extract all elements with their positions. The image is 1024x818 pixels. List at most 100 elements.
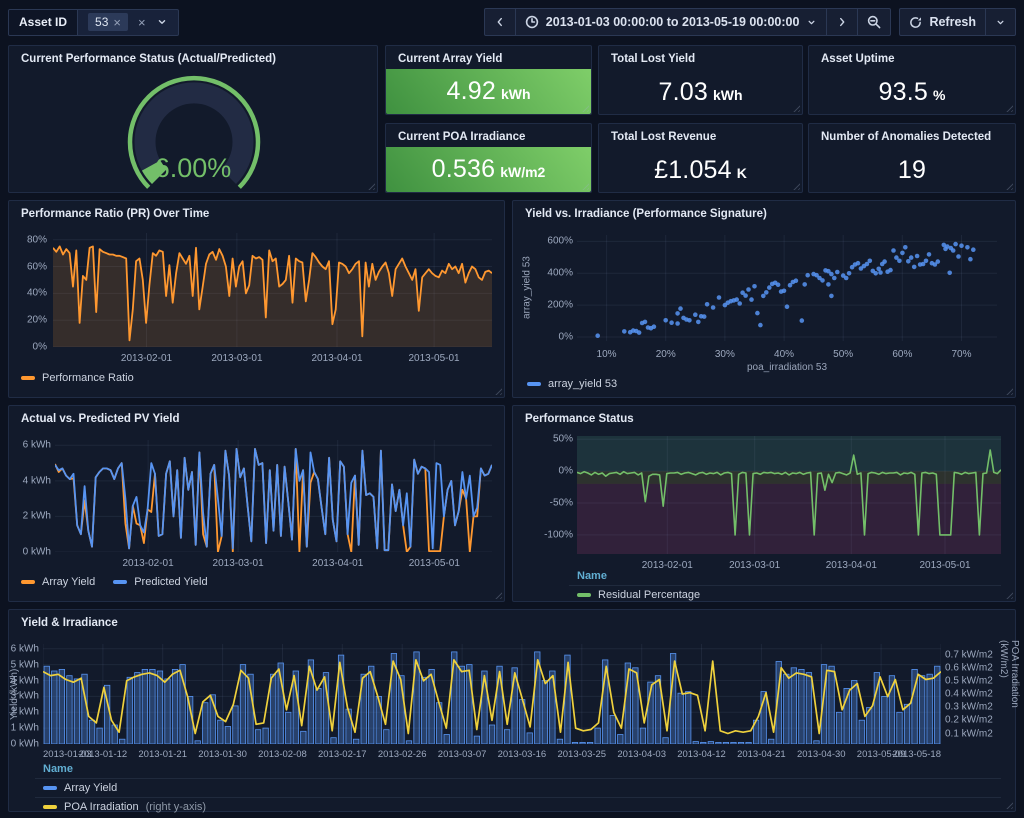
scatter-chart-plot[interactable] xyxy=(577,235,997,341)
legend-item[interactable]: Residual Percentage xyxy=(569,585,1001,604)
stat-unit: % xyxy=(933,87,945,103)
yi-right-axis-label: POA Irradiation (kW/m2) xyxy=(1003,640,1015,748)
pr-chart-plot[interactable] xyxy=(53,233,492,347)
panel-title: Total Lost Revenue xyxy=(611,131,716,143)
axis-tick: 6 kWh xyxy=(23,440,51,451)
axis-tick: 2013-04-01 xyxy=(311,353,362,364)
axis-tick: -100% xyxy=(544,529,573,540)
zoom-out-icon xyxy=(867,15,881,29)
axis-tick: 5 kWh xyxy=(11,659,39,670)
axis-tick: 200% xyxy=(547,300,573,311)
stat-unit: kW/m2 xyxy=(500,164,545,180)
panel-title: Performance Status xyxy=(525,413,634,425)
panel-title: Current POA Irradiance xyxy=(398,131,525,143)
refresh-interval-caret[interactable] xyxy=(985,8,1016,36)
axis-tick: 50% xyxy=(833,349,853,360)
stat-value: 4.92 xyxy=(446,77,495,106)
legend-item[interactable]: POA Irradiation (right y-axis) xyxy=(35,797,1001,816)
filter-label: Asset ID xyxy=(9,10,78,35)
axis-tick: 0% xyxy=(559,332,573,343)
refresh-label: Refresh xyxy=(929,15,976,29)
scatter-x-axis-label: poa_irradiation 53 xyxy=(577,362,997,373)
top-bar: Asset ID 53 × × 2013-01-03 00:00:00 to 2… xyxy=(8,7,1016,37)
axis-tick: 4 kWh xyxy=(11,675,39,686)
legend-item[interactable]: Array Yield xyxy=(21,576,95,588)
axis-tick: 2013-03-16 xyxy=(498,749,547,760)
axis-tick: 2 kWh xyxy=(23,511,51,522)
axis-tick: 50% xyxy=(553,434,573,445)
axis-tick: -50% xyxy=(550,498,573,509)
clock-icon xyxy=(525,15,539,29)
axis-tick: 0 kWh xyxy=(11,739,39,750)
axis-tick: 2013-03-01 xyxy=(213,558,264,569)
chevron-down-icon xyxy=(806,17,817,28)
time-range-picker[interactable]: 2013-01-03 00:00:00 to 2013-05-19 00:00:… xyxy=(515,8,828,36)
axis-tick: 2013-01-21 xyxy=(138,749,187,760)
panel-yield-vs-irradiance: Yield vs. Irradiance (Performance Signat… xyxy=(512,200,1016,398)
panel-total-lost-revenue: Total Lost Revenue £1.054K xyxy=(598,123,803,193)
axis-tick: 0.1 kW/m2 xyxy=(945,728,993,739)
stat-value: 7.03 xyxy=(658,78,707,107)
filter-chip[interactable]: 53 × xyxy=(88,13,128,31)
y-axis: 0 kWh2 kWh4 kWh6 kWh xyxy=(11,440,51,552)
axis-tick: 400% xyxy=(547,268,573,279)
axis-tick: 1 kWh xyxy=(11,723,39,734)
chip-remove-icon[interactable]: × xyxy=(113,16,121,29)
legend-swatch xyxy=(21,376,35,380)
axis-tick: 2013-04-12 xyxy=(677,749,726,760)
time-back-button[interactable] xyxy=(484,8,516,36)
axis-tick: 2013-04-03 xyxy=(617,749,666,760)
axis-tick: 4 kWh xyxy=(23,475,51,486)
legend-item[interactable]: Array Yield xyxy=(35,778,1001,797)
legend-header[interactable]: Name xyxy=(35,762,1001,778)
avp-chart-plot[interactable] xyxy=(55,440,492,552)
axis-tick: 2 kWh xyxy=(11,707,39,718)
axis-tick: 2013-02-08 xyxy=(258,749,307,760)
legend-swatch xyxy=(113,580,127,584)
panel-performance-status: Performance Status 50%0%-50%-100% 2013-0… xyxy=(512,405,1016,602)
yi-chart-plot[interactable] xyxy=(43,644,941,744)
panel-total-lost-yield: Total Lost Yield 7.03 kWh xyxy=(598,45,803,115)
panel-current-performance-status: Current Performance Status (Actual/Predi… xyxy=(8,45,378,193)
panel-actual-vs-predicted: Actual vs. Predicted PV Yield 0 kWh2 kWh… xyxy=(8,405,505,602)
filter-caret-icon[interactable] xyxy=(156,16,168,28)
axis-tick: 0.7 kW/m2 xyxy=(945,649,993,660)
legend-swatch xyxy=(21,580,35,584)
status-chart-plot[interactable] xyxy=(577,436,1001,554)
legend-item[interactable]: Performance Ratio xyxy=(21,372,134,384)
axis-tick: 2013-02-17 xyxy=(318,749,367,760)
panel-title: Yield & Irradiance xyxy=(21,617,118,629)
assetid-filter[interactable]: Asset ID 53 × × xyxy=(8,9,179,36)
chevron-left-icon xyxy=(494,16,506,28)
panel-title: Yield vs. Irradiance (Performance Signat… xyxy=(525,208,767,220)
avp-legend: Array Yield Predicted Yield xyxy=(21,576,208,588)
axis-tick: 2013-01-30 xyxy=(198,749,247,760)
legend-item[interactable]: Predicted Yield xyxy=(113,576,207,588)
legend-header[interactable]: Name xyxy=(569,569,1001,585)
axis-tick: 2013-05-01 xyxy=(408,353,459,364)
y-axis: 0 kWh1 kWh2 kWh3 kWh4 kWh5 kWh6 kWh xyxy=(11,644,39,744)
refresh-button[interactable]: Refresh xyxy=(899,8,986,36)
right-y-axis: 0.1 kW/m20.2 kW/m20.3 kW/m20.4 kW/m20.5 … xyxy=(945,644,999,744)
y-axis: 0%20%40%60%80% xyxy=(13,233,47,347)
time-forward-button[interactable] xyxy=(826,8,858,36)
stat-value: 0.536 xyxy=(432,155,496,184)
filter-clear-icon[interactable]: × xyxy=(138,16,146,29)
axis-tick: 2013-05-01 xyxy=(409,558,460,569)
yi-legend: Name Array YieldPOA Irradiation (right y… xyxy=(35,762,1001,816)
legend-item[interactable]: array_yield 53 xyxy=(527,378,617,390)
panel-title: Current Array Yield xyxy=(398,53,502,65)
zoom-out-button[interactable] xyxy=(857,8,891,36)
panel-title: Total Lost Yield xyxy=(611,53,695,65)
axis-tick: 3 kWh xyxy=(11,691,39,702)
stat-unit: kWh xyxy=(713,87,743,103)
panel-performance-ratio: Performance Ratio (PR) Over Time 0%20%40… xyxy=(8,200,505,398)
axis-tick: 70% xyxy=(951,349,971,360)
axis-tick: 20% xyxy=(656,349,676,360)
chevron-down-icon xyxy=(995,17,1006,28)
axis-tick: 2013-02-01 xyxy=(123,558,174,569)
axis-tick: 2013-02-26 xyxy=(378,749,427,760)
axis-tick: 0.4 kW/m2 xyxy=(945,689,993,700)
axis-tick: 2013-02-01 xyxy=(121,353,172,364)
panel-current-poa-irradiance: Current POA Irradiance 0.536kW/m2 xyxy=(385,123,592,193)
